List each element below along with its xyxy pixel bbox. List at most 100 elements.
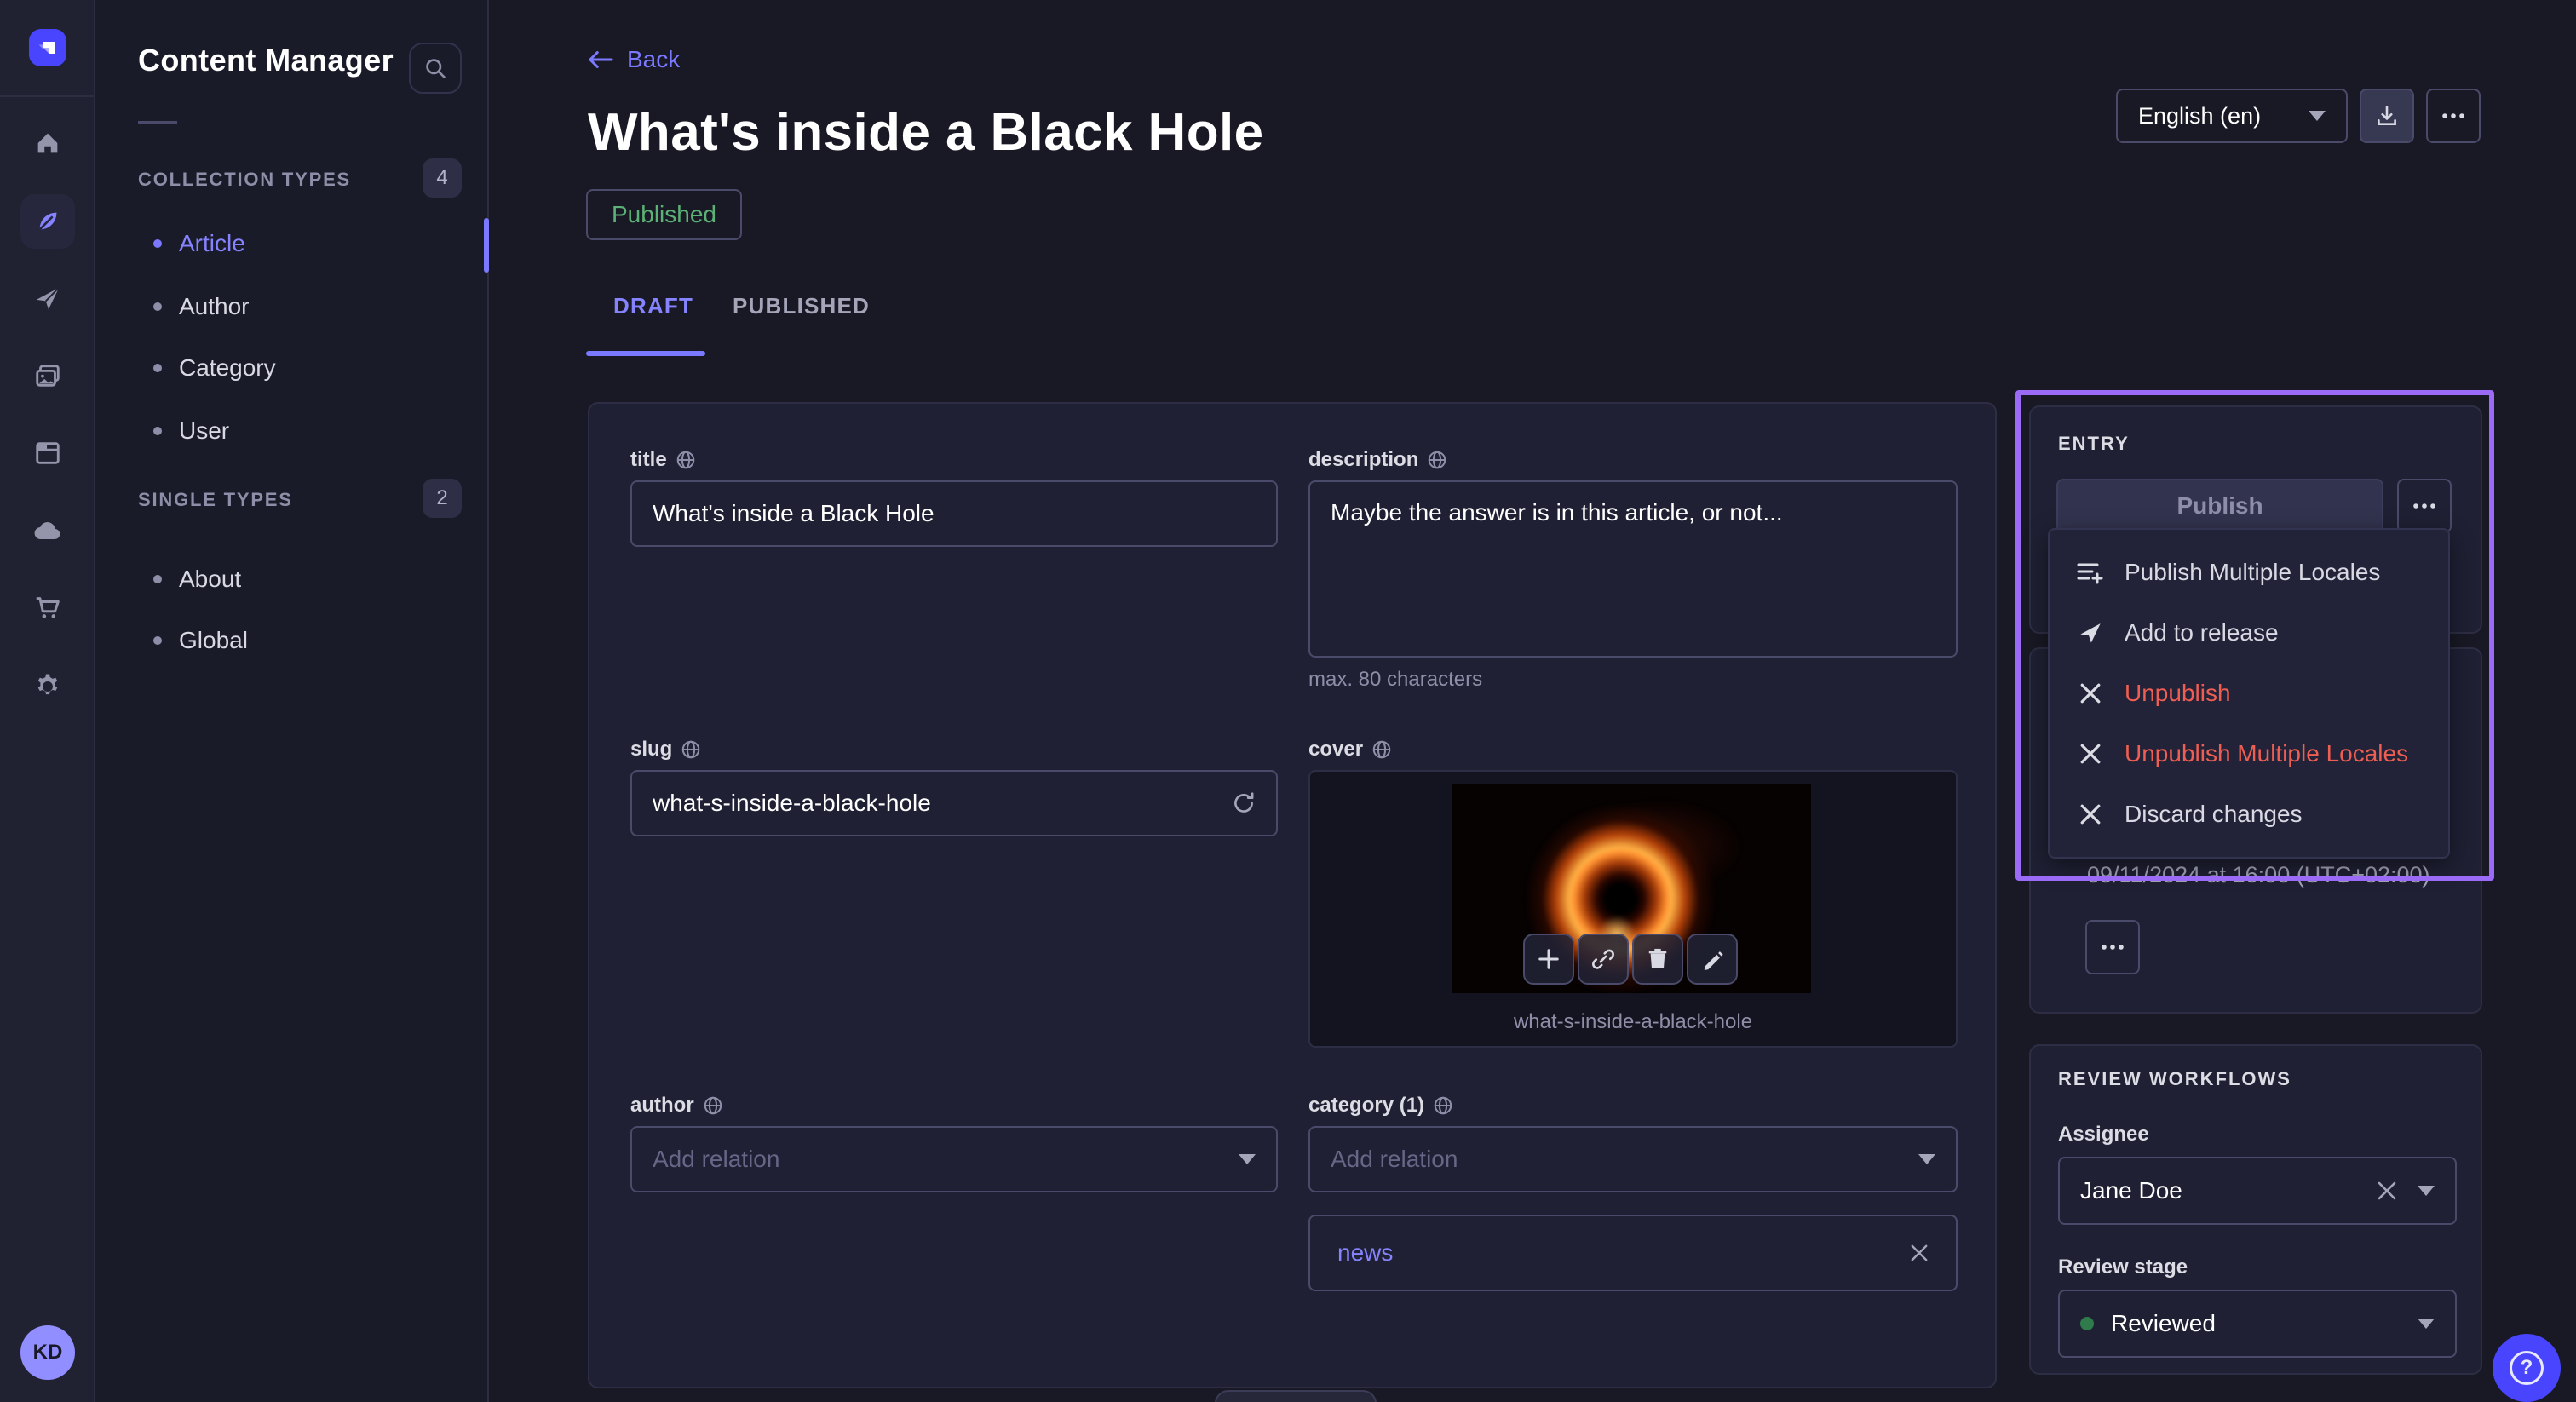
i18n-globe-icon [1427, 450, 1447, 470]
active-item-indicator [484, 218, 489, 273]
marketplace-cart-icon[interactable] [20, 581, 75, 635]
subnav-title: Content Manager [138, 43, 394, 78]
menu-item-unpublish[interactable]: Unpublish [2050, 663, 2448, 723]
description-value: Maybe the answer is in this article, or … [1331, 499, 1783, 526]
tab-active-underline [586, 351, 705, 356]
author-relation-select[interactable]: Add relation [630, 1126, 1278, 1192]
assignee-label: Assignee [2058, 1123, 2149, 1146]
nav-item-label: Article [179, 230, 245, 257]
menu-item-unpublish-multiple-locales[interactable]: Unpublish Multiple Locales [2050, 724, 2448, 784]
back-label: Back [627, 46, 680, 73]
chevron-down-icon [2418, 1319, 2435, 1329]
paper-plane-icon [2077, 620, 2104, 646]
cover-edit-button[interactable] [1687, 934, 1738, 985]
review-stage-select[interactable]: Reviewed [2058, 1290, 2457, 1358]
field-label-title: title [630, 448, 696, 472]
category-placeholder: Add relation [1331, 1146, 1458, 1173]
sidebar-item-global[interactable]: Global [95, 615, 394, 666]
i18n-globe-icon [1433, 1095, 1453, 1116]
i18n-globe-icon [681, 739, 701, 760]
sidebar-item-user[interactable]: User [95, 405, 394, 457]
cover-delete-button[interactable] [1632, 934, 1683, 985]
cover-filename-caption: what-s-inside-a-black-hole [1308, 1010, 1958, 1034]
stage-status-dot [2080, 1317, 2094, 1330]
bullet-icon [153, 302, 162, 311]
assignee-value: Jane Doe [2080, 1177, 2377, 1204]
field-label-description: description [1308, 448, 1447, 472]
menu-item-discard-changes[interactable]: Discard changes [2050, 784, 2448, 845]
content-type-builder-icon[interactable] [20, 426, 75, 480]
cover-copy-link-button[interactable] [1578, 934, 1629, 985]
deploy-cloud-icon[interactable] [20, 504, 75, 559]
i18n-globe-icon [1371, 739, 1392, 760]
menu-item-label: Discard changes [2125, 801, 2303, 828]
cover-add-button[interactable] [1523, 934, 1574, 985]
review-workflows-panel: REVIEW WORKFLOWS Assignee Jane Doe Revie… [2029, 1044, 2482, 1375]
content-manager-feather-icon[interactable] [20, 194, 75, 249]
sidebar-item-article[interactable]: Article [95, 218, 394, 269]
menu-item-add-to-release[interactable]: Add to release [2050, 602, 2448, 663]
section-single-types: SINGLE TYPES [138, 489, 293, 511]
category-relation-select[interactable]: Add relation [1308, 1126, 1958, 1192]
bottom-peek-pill[interactable] [1215, 1390, 1377, 1402]
clear-assignee-icon[interactable] [2377, 1181, 2397, 1201]
nav-item-label: Global [179, 627, 248, 654]
sidebar-item-category[interactable]: Category [95, 342, 394, 394]
media-library-icon[interactable] [20, 349, 75, 404]
strapi-admin: KD Content Manager COLLECTION TYPES 4 Ar… [0, 0, 2576, 1402]
cover-image-black-hole[interactable] [1452, 784, 1811, 993]
cross-icon [2077, 803, 2104, 825]
description-textarea[interactable]: Maybe the answer is in this article, or … [1308, 480, 1958, 658]
icon-sidebar: KD [0, 0, 95, 1402]
releases-paper-plane-icon[interactable] [20, 271, 75, 325]
home-icon[interactable] [20, 116, 75, 170]
header-more-button[interactable] [2426, 89, 2481, 143]
release-more-button[interactable] [2085, 920, 2140, 974]
menu-item-label: Unpublish Multiple Locales [2125, 740, 2408, 767]
menu-item-publish-multiple-locales[interactable]: Publish Multiple Locales [2050, 542, 2448, 602]
slug-input[interactable]: what-s-inside-a-black-hole [630, 770, 1278, 836]
cross-icon [2077, 682, 2104, 704]
title-input[interactable]: What's inside a Black Hole [630, 480, 1278, 547]
nav-item-label: Author [179, 293, 250, 320]
download-button[interactable] [2360, 89, 2414, 143]
pencil-icon [1701, 948, 1723, 970]
content-manager-subnav: Content Manager COLLECTION TYPES 4 Artic… [95, 0, 489, 1402]
category-relation-item[interactable]: news [1308, 1215, 1958, 1291]
nav-item-label: About [179, 566, 241, 593]
review-panel-title: REVIEW WORKFLOWS [2058, 1068, 2291, 1090]
strapi-logo-icon[interactable] [29, 29, 66, 66]
relation-link-news[interactable]: news [1337, 1239, 1393, 1267]
user-avatar[interactable]: KD [20, 1325, 75, 1380]
regenerate-icon[interactable] [1232, 791, 1256, 815]
sidebar-item-about[interactable]: About [95, 554, 394, 605]
review-stage-label: Review stage [2058, 1255, 2188, 1279]
slug-value: what-s-inside-a-black-hole [653, 790, 931, 817]
menu-item-label: Unpublish [2125, 680, 2231, 707]
label-text: author [630, 1094, 694, 1118]
ellipsis-icon [2412, 503, 2436, 509]
locale-select[interactable]: English (en) [2116, 89, 2348, 143]
publish-button[interactable]: Publish [2056, 479, 2383, 533]
i18n-globe-icon [676, 450, 696, 470]
settings-gear-icon[interactable] [20, 659, 75, 714]
field-label-category: category (1) [1308, 1094, 1453, 1118]
chevron-down-icon [2309, 111, 2326, 121]
entry-actions-menu: Publish Multiple Locales Add to release … [2048, 528, 2450, 859]
section-collection-types: COLLECTION TYPES [138, 169, 351, 191]
help-button[interactable]: ? [2493, 1334, 2561, 1402]
search-button[interactable] [409, 43, 462, 94]
entry-more-button[interactable] [2397, 479, 2452, 533]
bullet-icon [153, 427, 162, 435]
tab-draft[interactable]: DRAFT [613, 293, 693, 319]
tab-published[interactable]: PUBLISHED [733, 293, 870, 319]
label-text: category (1) [1308, 1094, 1424, 1118]
remove-relation-icon[interactable] [1910, 1244, 1929, 1262]
field-label-author: author [630, 1094, 723, 1118]
arrow-left-icon [588, 49, 613, 70]
assignee-select[interactable]: Jane Doe [2058, 1157, 2457, 1225]
back-link[interactable]: Back [588, 46, 680, 73]
cross-icon [2077, 743, 2104, 765]
single-types-count-badge: 2 [423, 479, 462, 518]
sidebar-item-author[interactable]: Author [95, 281, 394, 332]
